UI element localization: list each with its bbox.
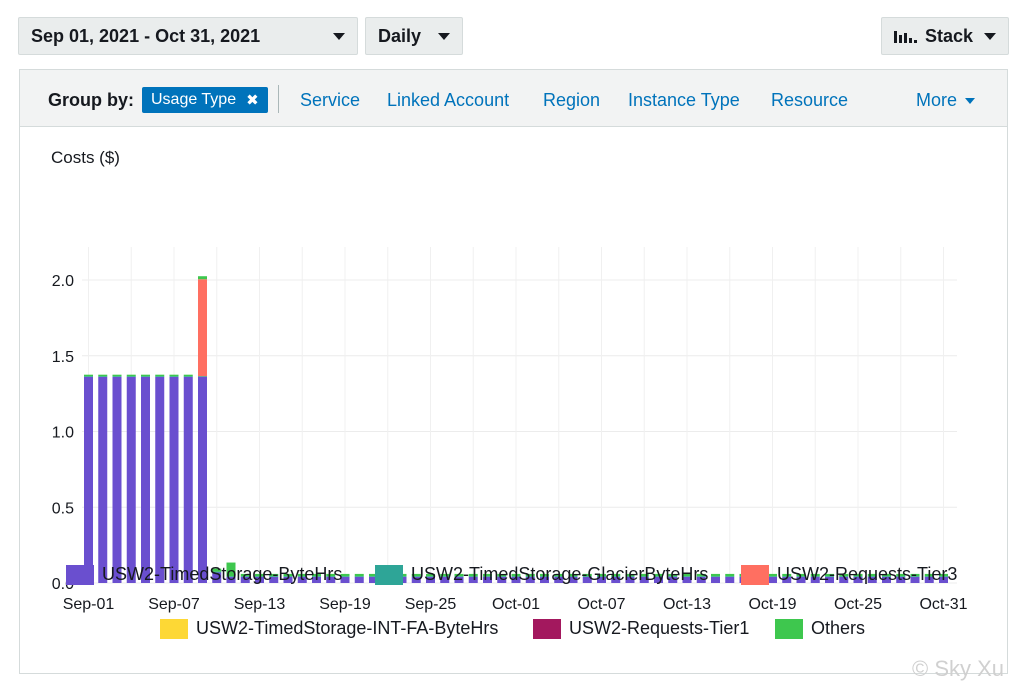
x-tick-label: Oct-25 xyxy=(834,596,882,613)
chart-style-value: Stack xyxy=(925,25,974,46)
group-by-option-instance-type[interactable]: Instance Type xyxy=(628,90,740,111)
group-by-option-region[interactable]: Region xyxy=(543,90,600,111)
bar-segment[interactable] xyxy=(198,376,207,583)
bar-segment[interactable] xyxy=(98,374,108,377)
bar-segment[interactable] xyxy=(354,576,364,577)
x-tick-label: Oct-07 xyxy=(577,596,625,613)
legend-label: USW2-TimedStorage-INT-FA-ByteHrs xyxy=(196,618,499,638)
caret-down-icon xyxy=(965,98,976,105)
x-tick-label: Oct-31 xyxy=(919,596,967,613)
legend-item[interactable]: USW2-TimedStorage-GlacierByteHrs xyxy=(375,564,708,585)
granularity-value: Daily xyxy=(378,25,422,46)
x-tick-label: Sep-13 xyxy=(234,596,286,613)
legend-swatch xyxy=(741,564,769,585)
bar-segment[interactable] xyxy=(711,576,720,583)
y-tick-label: 2.0 xyxy=(52,273,74,290)
chart-style-dropdown[interactable]: Stack xyxy=(881,17,1009,55)
bar-segment[interactable] xyxy=(155,376,165,378)
bar-segment[interactable] xyxy=(169,376,179,583)
divider xyxy=(278,85,279,113)
group-by-label: Group by: xyxy=(48,90,134,110)
group-by-option-linked-account[interactable]: Linked Account xyxy=(387,90,509,111)
y-tick-label: 0.5 xyxy=(52,500,74,517)
bar-segment[interactable] xyxy=(141,376,150,378)
x-tick-label: Oct-01 xyxy=(492,596,540,613)
x-tick-label: Oct-19 xyxy=(748,596,796,613)
legend-item[interactable]: USW2-TimedStorage-ByteHrs xyxy=(66,564,342,585)
bar-segment[interactable] xyxy=(141,376,150,583)
bar-segment[interactable] xyxy=(198,276,207,280)
chevron-down-icon xyxy=(438,32,450,40)
legend-label: Others xyxy=(811,618,866,638)
legend-label: USW2-TimedStorage-ByteHrs xyxy=(102,564,343,584)
bar-segment[interactable] xyxy=(183,374,193,377)
bar-segment[interactable] xyxy=(141,374,150,377)
bar-segment[interactable] xyxy=(711,573,720,577)
cost-bar-chart: Costs ($) 0.00.51.01.52.0Sep-01 Sep-07 Sep… xyxy=(51,148,968,613)
bar-segment[interactable] xyxy=(198,376,207,378)
bar-segment[interactable] xyxy=(126,376,136,378)
date-range-value: Sep 01, 2021 - Oct 31, 2021 xyxy=(31,25,261,46)
group-by-chip-active[interactable]: Usage Type ✖ xyxy=(142,87,268,113)
y-tick-label: 1.0 xyxy=(52,425,74,442)
bar-segment[interactable] xyxy=(112,374,122,377)
granularity-dropdown[interactable]: Daily xyxy=(365,17,463,55)
legend-item[interactable]: USW2-Requests-Tier1 xyxy=(533,618,749,639)
x-tick-label: Oct-13 xyxy=(663,596,711,613)
bar-segment[interactable] xyxy=(84,376,93,583)
bar-segment[interactable] xyxy=(725,573,735,577)
group-by-option-service[interactable]: Service xyxy=(300,90,360,111)
chip-label: Usage Type xyxy=(151,91,237,108)
x-tick-label: Sep-07 xyxy=(148,596,200,613)
bar-segment[interactable] xyxy=(169,374,179,377)
legend-swatch xyxy=(533,618,561,639)
bar-segment[interactable] xyxy=(183,376,193,583)
x-tick-label: Sep-25 xyxy=(405,596,457,613)
bar-segment[interactable] xyxy=(183,376,193,378)
legend-label: USW2-Requests-Tier3 xyxy=(777,564,958,584)
legend-label: USW2-Requests-Tier1 xyxy=(569,618,750,638)
y-axis-title: Costs ($) xyxy=(51,148,120,167)
bar-segment[interactable] xyxy=(84,374,93,377)
bar-segment[interactable] xyxy=(169,376,179,378)
bar-segment[interactable] xyxy=(725,576,735,577)
legend-item[interactable]: USW2-Requests-Tier3 xyxy=(741,564,957,585)
legend-swatch xyxy=(160,618,188,639)
bar-segment[interactable] xyxy=(155,374,165,377)
close-icon[interactable]: ✖ xyxy=(246,91,259,109)
legend-item[interactable]: USW2-TimedStorage-INT-FA-ByteHrs xyxy=(160,618,498,639)
chevron-down-icon xyxy=(984,32,996,40)
legend-label: USW2-TimedStorage-GlacierByteHrs xyxy=(411,564,709,584)
x-tick-label: Sep-19 xyxy=(319,596,371,613)
legend-item[interactable]: Others xyxy=(775,618,865,639)
watermark: © Sky Xu xyxy=(912,656,1005,681)
bar-segment[interactable] xyxy=(98,376,108,378)
group-by-option-resource[interactable]: Resource xyxy=(771,90,848,111)
bar-segment[interactable] xyxy=(725,576,735,583)
bar-segment[interactable] xyxy=(112,376,122,583)
bar-segment[interactable] xyxy=(354,576,364,583)
bar-segment[interactable] xyxy=(98,376,108,583)
more-label: More xyxy=(916,90,958,110)
legend-swatch xyxy=(66,564,94,585)
group-by-bar: Group by: Usage Type ✖ Service Linked Ac… xyxy=(20,70,1007,127)
y-tick-label: 1.5 xyxy=(52,349,74,366)
x-tick-label: Sep-01 xyxy=(63,596,115,613)
bar-segment[interactable] xyxy=(198,279,207,377)
legend-swatch xyxy=(375,564,403,585)
chevron-down-icon xyxy=(333,32,345,40)
bar-segment[interactable] xyxy=(126,376,136,583)
bar-segment[interactable] xyxy=(354,573,364,577)
cost-chart-panel: Group by: Usage Type ✖ Service Linked Ac… xyxy=(19,69,1008,674)
bar-chart-icon xyxy=(894,29,917,43)
bar-segment[interactable] xyxy=(711,576,720,577)
bar-segment[interactable] xyxy=(84,376,93,378)
date-range-dropdown[interactable]: Sep 01, 2021 - Oct 31, 2021 xyxy=(18,17,358,55)
group-by-more-button[interactable]: More xyxy=(916,90,976,111)
legend-swatch xyxy=(775,618,803,639)
bar-segment[interactable] xyxy=(155,376,165,583)
bar-segment[interactable] xyxy=(112,376,122,378)
bar-segment[interactable] xyxy=(126,374,136,377)
